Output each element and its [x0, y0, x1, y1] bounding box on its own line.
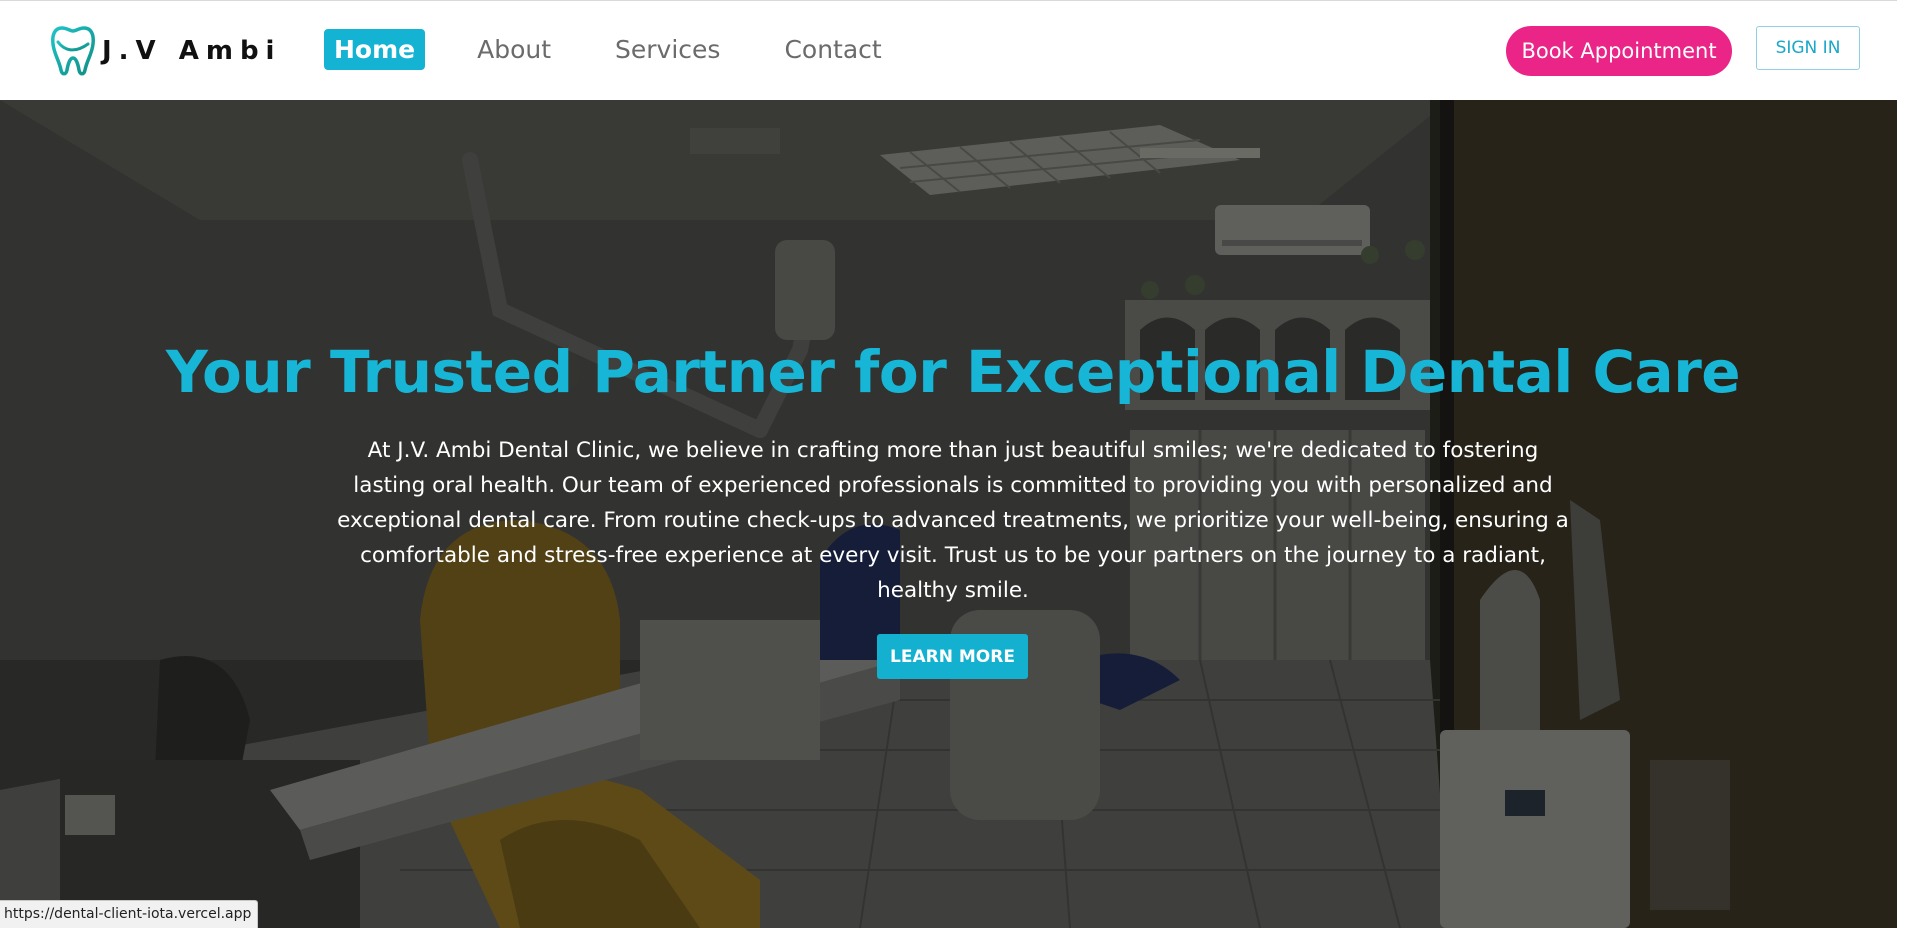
nav-home[interactable]: Home [324, 29, 426, 70]
brand-name: J.V Ambi [102, 36, 282, 66]
page: J.V Ambi Home About Services Contact Boo… [0, 0, 1912, 928]
learn-more-button[interactable]: LEARN MORE [877, 634, 1028, 679]
hero-description: At J.V. Ambi Dental Clinic, we believe i… [337, 438, 1569, 603]
nav-services[interactable]: Services [615, 35, 720, 64]
book-appointment-button[interactable]: Book Appointment [1506, 26, 1732, 76]
status-bar-url: https://dental-client-iota.vercel.app [0, 900, 259, 928]
nav-about[interactable]: About [477, 35, 551, 64]
nav-contact[interactable]: Contact [784, 35, 881, 64]
navbar: J.V Ambi Home About Services Contact Boo… [0, 0, 1912, 100]
sign-in-button[interactable]: SIGN IN [1756, 26, 1860, 70]
scrollbar-gutter[interactable] [1897, 0, 1912, 928]
main-nav: Home About Services Contact [324, 29, 882, 70]
brand-logo[interactable]: J.V Ambi [50, 23, 281, 79]
hero-title: Your Trusted Partner for Exceptional Den… [165, 338, 1741, 406]
hero-section: Your Trusted Partner for Exceptional Den… [0, 100, 1912, 928]
tooth-icon [50, 24, 96, 78]
